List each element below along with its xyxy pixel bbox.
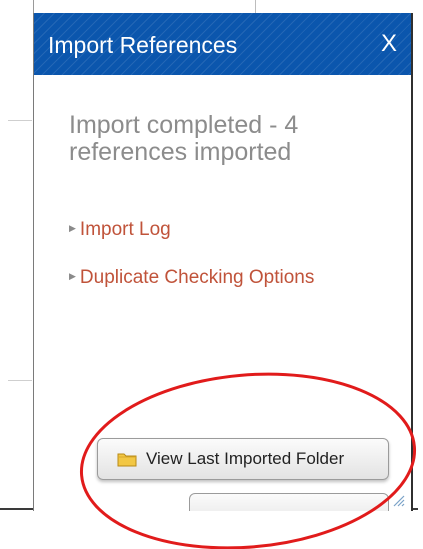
- duplicate-checking-toggle[interactable]: ▶ Duplicate Checking Options: [69, 266, 329, 288]
- duplicate-checking-options-link[interactable]: Duplicate Checking Options: [80, 267, 314, 288]
- import-references-dialog: Import References X Import completed - 4…: [33, 13, 413, 511]
- close-button[interactable]: X: [381, 30, 397, 58]
- secondary-button[interactable]: [189, 493, 389, 511]
- view-last-imported-folder-button[interactable]: View Last Imported Folder: [97, 438, 389, 480]
- background-divider: [8, 380, 32, 381]
- folder-icon: [117, 453, 137, 467]
- background-divider: [255, 0, 256, 14]
- view-last-imported-folder-label: View Last Imported Folder: [146, 449, 345, 468]
- import-status-text: Import completed - 4 references imported: [69, 111, 299, 166]
- import-log-link[interactable]: Import Log: [80, 219, 171, 240]
- dialog-titlebar: Import References X: [34, 13, 411, 75]
- resize-grip-icon[interactable]: [391, 493, 405, 507]
- dialog-title: Import References: [48, 32, 238, 58]
- expand-triangle-icon: ▶: [69, 271, 76, 281]
- expand-triangle-icon: ▶: [69, 223, 76, 233]
- background-window-edge: [0, 0, 34, 510]
- background-divider: [8, 120, 32, 121]
- import-log-toggle[interactable]: ▶ Import Log: [69, 218, 171, 240]
